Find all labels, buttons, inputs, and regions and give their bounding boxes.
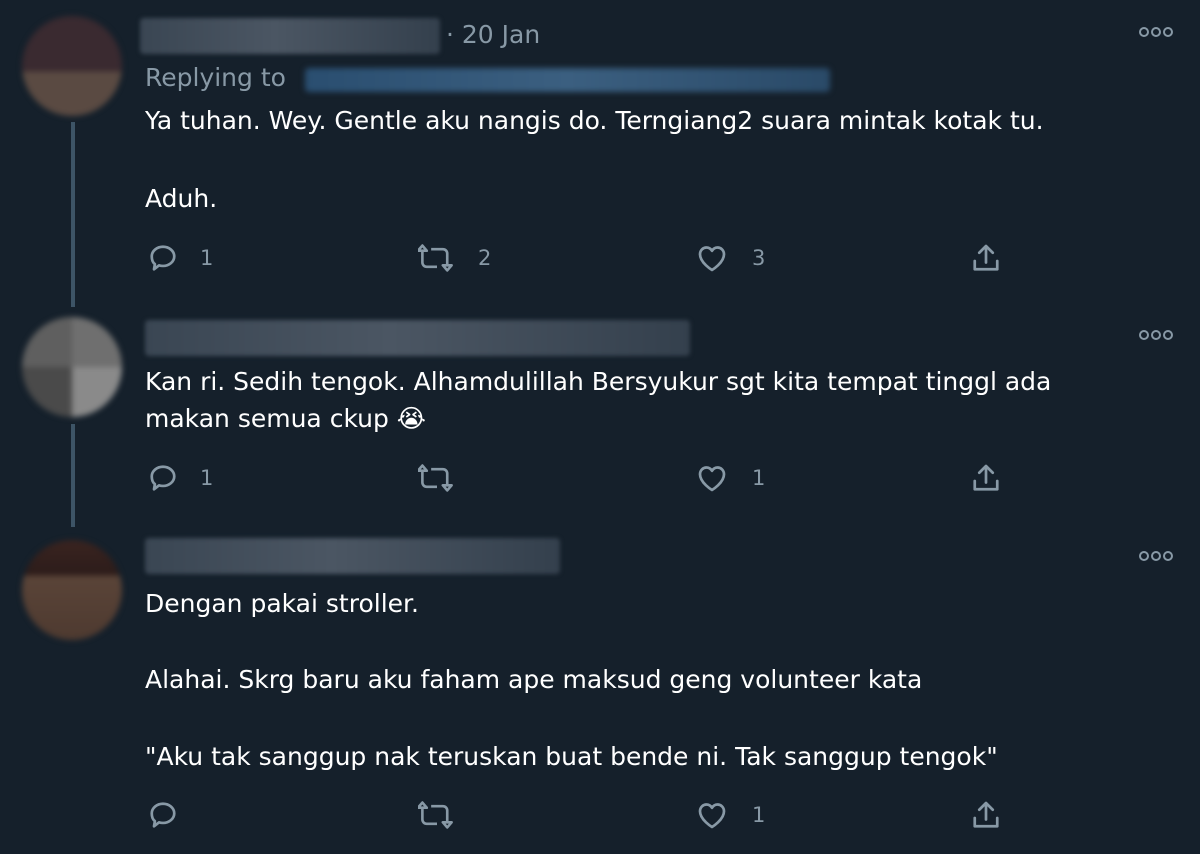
- tweet-text-line: Alahai. Skrg baru aku faham ape maksud g…: [145, 665, 923, 694]
- reply-icon: [150, 802, 176, 828]
- like-count: 1: [752, 466, 766, 490]
- more-options-icon[interactable]: [1138, 548, 1174, 564]
- tweet[interactable]: Kan ri. Sedih tengok. Alhamdulillah Bers…: [0, 300, 1200, 525]
- retweet-button[interactable]: [418, 460, 508, 496]
- like-count: 3: [752, 246, 766, 270]
- tweet-text-line: Dengan pakai stroller.: [145, 589, 419, 618]
- replying-to-label: Replying to: [145, 63, 286, 92]
- display-name-redacted[interactable]: [145, 538, 560, 574]
- avatar[interactable]: [22, 317, 122, 417]
- like-button[interactable]: 1: [694, 460, 784, 496]
- retweet-button[interactable]: [418, 797, 508, 833]
- share-icon: [973, 244, 999, 271]
- share-button[interactable]: [968, 460, 1008, 496]
- display-name-redacted[interactable]: [140, 18, 440, 54]
- like-button[interactable]: 1: [694, 797, 784, 833]
- like-icon: [698, 246, 726, 272]
- reply-icon: [150, 245, 176, 271]
- tweet-text-line: Kan ri. Sedih tengok. Alhamdulillah Bers…: [145, 367, 1052, 396]
- like-icon: [698, 803, 726, 829]
- reply-button[interactable]: 1: [145, 460, 235, 496]
- tweet-text-line: makan semua ckup 😭: [145, 404, 427, 433]
- reply-button[interactable]: [145, 797, 235, 833]
- like-button[interactable]: 3: [694, 240, 784, 276]
- reply-count: 1: [200, 246, 214, 270]
- reply-icon: [150, 465, 176, 491]
- avatar[interactable]: [22, 540, 122, 640]
- avatar[interactable]: [22, 16, 122, 116]
- retweet-icon: [418, 464, 453, 492]
- retweet-count: 2: [478, 246, 492, 270]
- tweet[interactable]: · 20 Jan Replying to Ya tuhan. Wey. Gent…: [0, 0, 1200, 300]
- retweet-button[interactable]: 2: [418, 240, 508, 276]
- share-icon: [973, 801, 999, 828]
- reply-count: 1: [200, 466, 214, 490]
- tweet-text-line: Aduh.: [145, 184, 218, 213]
- like-icon: [698, 466, 726, 492]
- share-button[interactable]: [968, 240, 1008, 276]
- share-button[interactable]: [968, 797, 1008, 833]
- retweet-icon: [418, 801, 453, 829]
- like-count: 1: [752, 803, 766, 827]
- tweet-text-line: "Aku tak sanggup nak teruskan buat bende…: [145, 742, 998, 771]
- replying-to-handle-redacted[interactable]: [305, 68, 830, 92]
- tweet[interactable]: Dengan pakai stroller. Alahai. Skrg baru…: [0, 525, 1200, 854]
- reply-button[interactable]: 1: [145, 240, 235, 276]
- more-options-icon[interactable]: [1138, 327, 1174, 343]
- retweet-icon: [418, 244, 453, 272]
- tweet-date[interactable]: · 20 Jan: [446, 20, 540, 49]
- share-icon: [973, 464, 999, 491]
- more-options-icon[interactable]: [1138, 24, 1174, 40]
- tweet-text-line: Ya tuhan. Wey. Gentle aku nangis do. Ter…: [145, 106, 1044, 135]
- display-name-redacted[interactable]: [145, 320, 690, 356]
